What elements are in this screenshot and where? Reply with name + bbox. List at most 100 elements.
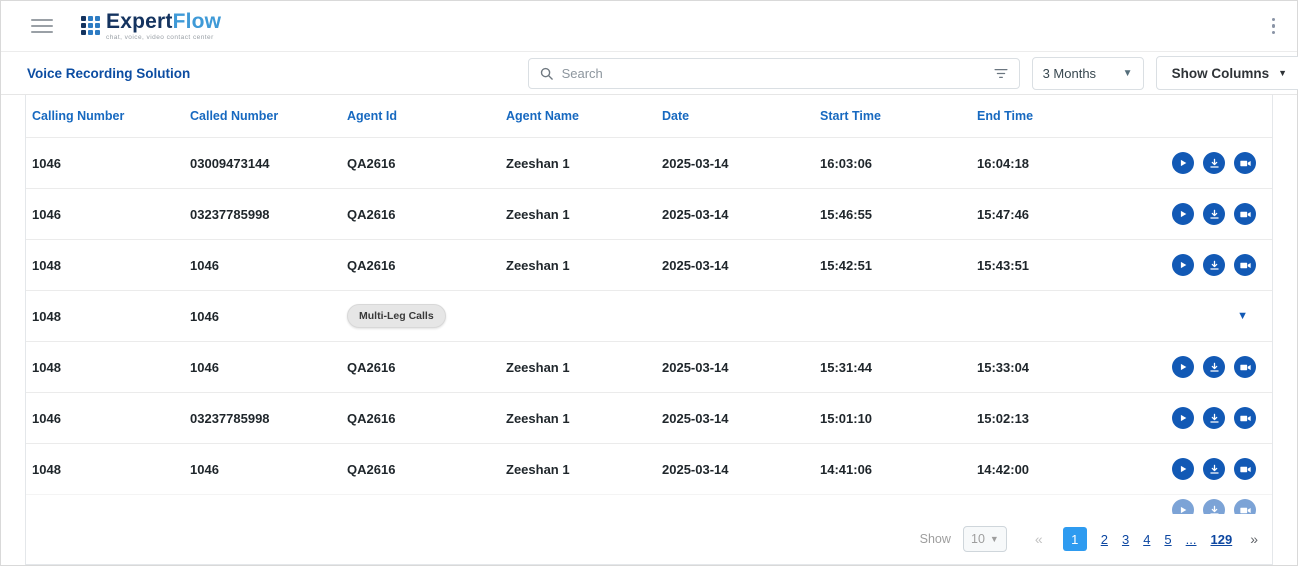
filter-icon[interactable] <box>993 67 1009 80</box>
row-actions <box>1134 152 1272 174</box>
download-recording-button[interactable] <box>1203 254 1225 276</box>
top-bar: ExpertFlow chat, voice, video contact ce… <box>1 1 1297 52</box>
called-number-cell: 1046 <box>190 462 347 477</box>
column-header: End Time <box>977 109 1134 123</box>
table-row: 10481046Multi-Leg Calls▼ <box>26 290 1272 341</box>
video-recording-button[interactable] <box>1234 254 1256 276</box>
brand-primary: Expert <box>106 10 173 33</box>
video-recording-button[interactable] <box>1234 407 1256 429</box>
agent-name-cell: Zeeshan 1 <box>506 156 662 171</box>
row-actions <box>1134 356 1272 378</box>
video-recording-button[interactable] <box>1234 203 1256 225</box>
page-button-active[interactable]: 1 <box>1063 527 1087 551</box>
play-recording-button[interactable] <box>1172 407 1194 429</box>
start-time-cell: 15:42:51 <box>820 258 977 273</box>
table-row: 104603237785998QA2616Zeeshan 12025-03-14… <box>26 392 1272 443</box>
brand-tagline: chat, voice, video contact center <box>106 35 221 42</box>
page-link[interactable]: 2 <box>1101 532 1108 547</box>
calling-number-cell: 1046 <box>32 411 190 426</box>
video-recording-button[interactable] <box>1234 499 1256 514</box>
pagination-next-button[interactable]: » <box>1250 531 1258 547</box>
logo-text: ExpertFlow chat, voice, video contact ce… <box>106 11 221 42</box>
agent-id-cell: QA2616 <box>347 360 506 375</box>
play-recording-button[interactable] <box>1172 203 1194 225</box>
pagination-bar: Show 10 ▼ « 12345...129 » <box>26 514 1272 564</box>
video-recording-button[interactable] <box>1234 458 1256 480</box>
expertflow-logo: ExpertFlow chat, voice, video contact ce… <box>81 11 221 42</box>
called-number-cell: 1046 <box>190 309 347 324</box>
row-actions <box>1134 407 1272 429</box>
start-time-cell: 15:31:44 <box>820 360 977 375</box>
row-actions: ▼ <box>1134 310 1272 322</box>
called-number-cell: 03009473144 <box>190 156 347 171</box>
start-time-cell: 14:41:06 <box>820 462 977 477</box>
show-columns-button[interactable]: Show Columns ▼ <box>1156 56 1298 90</box>
start-time-cell: 16:03:06 <box>820 156 977 171</box>
download-recording-button[interactable] <box>1203 458 1225 480</box>
agent-name-cell: Zeeshan 1 <box>506 258 662 273</box>
pagination-pages: 12345... 129 <box>1063 527 1232 551</box>
calling-number-cell: 1048 <box>32 360 190 375</box>
page-size-select[interactable]: 10 ▼ <box>963 526 1007 552</box>
row-actions <box>1134 458 1272 480</box>
end-time-cell: 16:04:18 <box>977 156 1134 171</box>
play-recording-button[interactable] <box>1172 152 1194 174</box>
date-cell: 2025-03-14 <box>662 462 820 477</box>
date-cell: 2025-03-14 <box>662 258 820 273</box>
video-recording-button[interactable] <box>1234 152 1256 174</box>
agent-id-cell: QA2616 <box>347 207 506 222</box>
download-recording-button[interactable] <box>1203 203 1225 225</box>
row-actions <box>26 495 1272 514</box>
chevron-down-icon: ▼ <box>1123 68 1133 79</box>
start-time-cell: 15:46:55 <box>820 207 977 222</box>
toolbar: Voice Recording Solution 3 Months ▼ Show… <box>1 52 1297 95</box>
page-link[interactable]: 5 <box>1164 532 1171 547</box>
hamburger-menu-icon[interactable] <box>31 19 53 33</box>
agent-name-cell: Zeeshan 1 <box>506 411 662 426</box>
called-number-cell: 03237785998 <box>190 207 347 222</box>
page-link[interactable]: 4 <box>1143 532 1150 547</box>
table-row: 104603237785998QA2616Zeeshan 12025-03-14… <box>26 188 1272 239</box>
page-size-value: 10 <box>971 532 985 546</box>
chevron-down-icon: ▼ <box>990 534 999 544</box>
agent-id-cell: QA2616 <box>347 411 506 426</box>
download-recording-button[interactable] <box>1203 407 1225 429</box>
download-recording-button[interactable] <box>1203 499 1225 514</box>
agent-name-cell: Zeeshan 1 <box>506 207 662 222</box>
play-recording-button[interactable] <box>1172 458 1194 480</box>
end-time-cell: 15:33:04 <box>977 360 1134 375</box>
page-link[interactable]: 129 <box>1211 532 1233 547</box>
date-range-value: 3 Months <box>1043 66 1096 81</box>
kebab-menu-icon[interactable] <box>1264 14 1284 39</box>
date-cell: 2025-03-14 <box>662 411 820 426</box>
called-number-cell: 1046 <box>190 360 347 375</box>
brand-secondary: Flow <box>173 10 222 33</box>
chevron-down-icon: ▼ <box>1278 68 1287 78</box>
table-row: 10481046QA2616Zeeshan 12025-03-1414:41:0… <box>26 443 1272 494</box>
expand-row-chevron-icon[interactable]: ▼ <box>1237 310 1256 322</box>
calling-number-cell: 1046 <box>32 156 190 171</box>
column-header: Date <box>662 109 820 123</box>
table-row: 10481046QA2616Zeeshan 12025-03-1415:42:5… <box>26 239 1272 290</box>
pagination-prev-button[interactable]: « <box>1035 531 1043 547</box>
column-header: Agent Name <box>506 109 662 123</box>
download-recording-button[interactable] <box>1203 152 1225 174</box>
table-row: 104603009473144QA2616Zeeshan 12025-03-14… <box>26 137 1272 188</box>
column-header: Start Time <box>820 109 977 123</box>
search-input[interactable] <box>562 66 985 81</box>
video-recording-button[interactable] <box>1234 356 1256 378</box>
date-cell: 2025-03-14 <box>662 360 820 375</box>
end-time-cell: 14:42:00 <box>977 462 1134 477</box>
page-link[interactable]: 3 <box>1122 532 1129 547</box>
download-recording-button[interactable] <box>1203 356 1225 378</box>
play-recording-button[interactable] <box>1172 356 1194 378</box>
agent-id-cell: QA2616 <box>347 462 506 477</box>
calling-number-cell: 1048 <box>32 258 190 273</box>
page-link[interactable]: ... <box>1186 532 1197 547</box>
date-range-dropdown[interactable]: 3 Months ▼ <box>1032 57 1144 90</box>
play-recording-button[interactable] <box>1172 254 1194 276</box>
column-header: Calling Number <box>32 109 190 123</box>
table-row: 10481046QA2616Zeeshan 12025-03-1415:31:4… <box>26 341 1272 392</box>
play-recording-button[interactable] <box>1172 499 1194 514</box>
date-cell: 2025-03-14 <box>662 156 820 171</box>
